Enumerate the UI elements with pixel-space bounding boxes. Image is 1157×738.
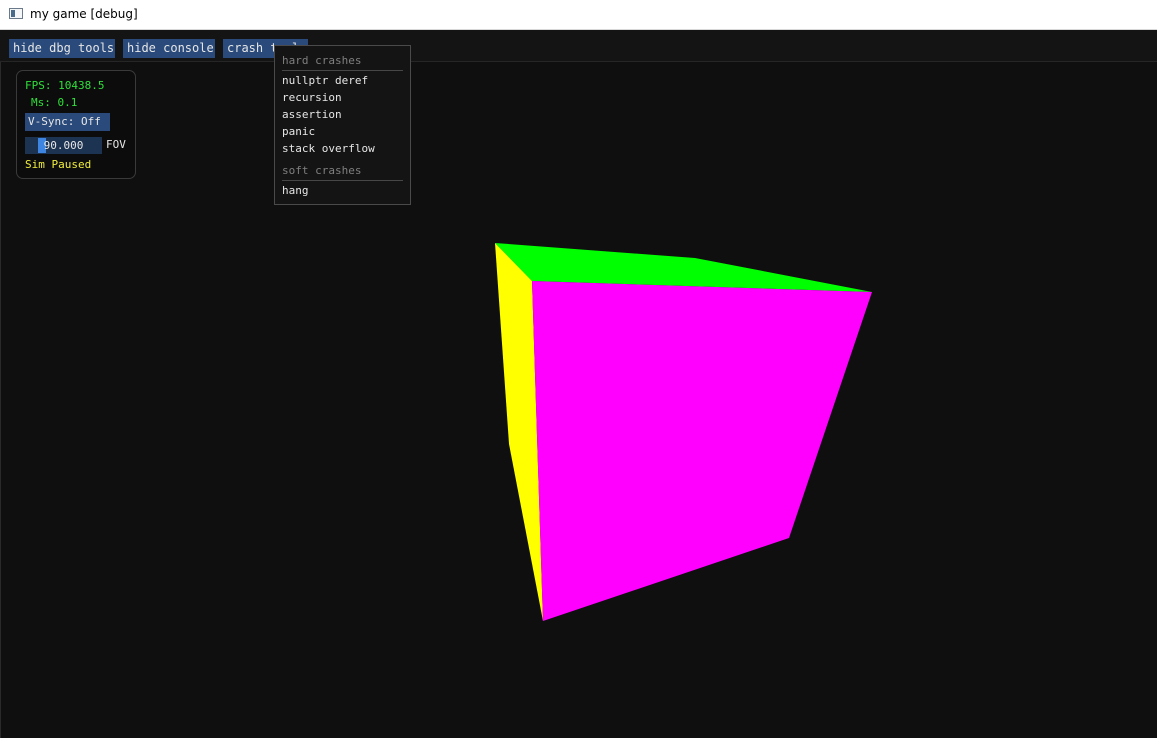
menu-item-assertion[interactable]: assertion [282, 108, 342, 121]
menu-separator [282, 180, 403, 181]
debug-stats-panel: FPS: 10438.5 Ms: 0.1 V-Sync: Off 90.000 … [16, 70, 136, 179]
menu-separator [282, 70, 403, 71]
menu-item-stack-overflow[interactable]: stack overflow [282, 142, 375, 155]
sim-status-text: Sim Paused [25, 158, 92, 171]
menu-item-nullptr-deref[interactable]: nullptr deref [282, 74, 368, 87]
hide-console-button[interactable]: hide console [123, 39, 215, 58]
cube-render [495, 243, 872, 621]
soft-crashes-header: soft crashes [282, 164, 362, 177]
menu-item-recursion[interactable]: recursion [282, 91, 342, 104]
fps-readout: FPS: 10438.5 [25, 79, 105, 92]
fov-label: FOV [106, 138, 126, 151]
debug-menu-bar: hide dbg tools hide console crash tools [0, 30, 1157, 62]
cube-front-face [532, 281, 872, 621]
vsync-toggle-button[interactable]: V-Sync: Off [25, 113, 110, 131]
hard-crashes-header: hard crashes [282, 54, 362, 67]
menu-item-hang[interactable]: hang [282, 184, 309, 197]
menu-item-panic[interactable]: panic [282, 125, 315, 138]
fov-value: 90.000 [43, 139, 84, 152]
crash-tools-dropdown: hard crashes nullptr deref recursion ass… [274, 45, 411, 205]
fov-slider[interactable]: 90.000 [25, 137, 102, 154]
hide-dbg-tools-button[interactable]: hide dbg tools [9, 39, 115, 58]
frame-ms-readout: Ms: 0.1 [31, 96, 78, 109]
